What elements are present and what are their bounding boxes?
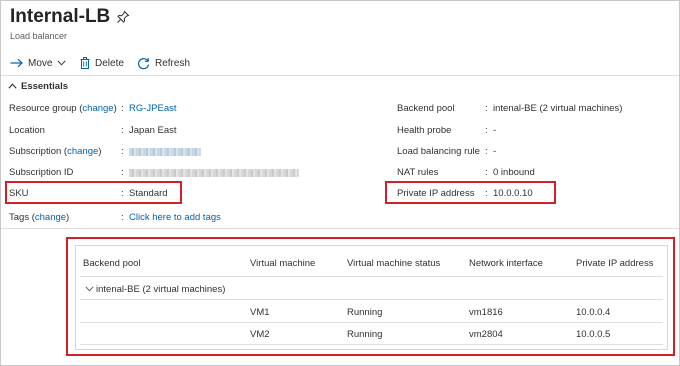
backend-table-highlight-box [66, 237, 675, 356]
toolbar-divider [1, 75, 679, 76]
subscription-value-redacted[interactable] [129, 147, 201, 158]
nat-rules-label: NAT rules [397, 167, 439, 178]
refresh-icon [137, 57, 150, 70]
resource-group-sep: : [121, 103, 124, 114]
tags-label-end: ) [66, 212, 70, 223]
chevron-down-icon [57, 60, 67, 66]
essentials-divider [1, 228, 679, 229]
tags-change-link[interactable]: change [35, 212, 66, 223]
pin-icon[interactable] [116, 10, 130, 24]
refresh-button[interactable]: Refresh [137, 55, 190, 71]
location-label: Location [9, 125, 45, 136]
essentials-toggle[interactable]: Essentials [8, 81, 68, 92]
add-tags-link[interactable]: Click here to add tags [129, 212, 221, 223]
delete-button[interactable]: Delete [80, 55, 124, 71]
delete-label: Delete [95, 57, 124, 69]
subscription-change-link[interactable]: change [67, 146, 98, 157]
location-value: Japan East [129, 125, 177, 136]
essentials-heading: Essentials [21, 81, 68, 92]
private-ip-highlight-box [385, 181, 556, 204]
subscription-label-text: Subscription ( [9, 146, 68, 157]
lb-rule-label: Load balancing rule [397, 146, 480, 157]
refresh-label: Refresh [155, 57, 191, 69]
resource-type: Load balancer [10, 31, 68, 41]
lb-rule-value: - [493, 146, 497, 157]
subscription-id-value-redacted [129, 168, 299, 179]
subscription-label-end: ) [98, 146, 102, 157]
redacted-block [129, 148, 201, 157]
sku-highlight-box [5, 181, 182, 204]
subscription-id-sep: : [121, 167, 124, 178]
backend-pool-label: Backend pool [397, 103, 455, 114]
location-sep: : [121, 125, 124, 136]
nat-rules-sep: : [485, 167, 488, 178]
resource-group-value-link[interactable]: RG-JPEast [129, 103, 177, 114]
subscription-sep: : [121, 146, 124, 157]
tags-label-text: Tags ( [9, 212, 35, 223]
nat-rules-value: 0 inbound [493, 167, 535, 178]
subscription-label: Subscription (change) [9, 146, 101, 157]
arrow-right-icon [10, 58, 23, 68]
move-label: Move [28, 57, 53, 69]
resource-group-label: Resource group (change) [9, 103, 117, 114]
trash-icon [80, 57, 90, 69]
resource-group-label-text: Resource group ( [9, 103, 83, 114]
resource-group-label-end: ) [113, 103, 117, 114]
redacted-block [129, 169, 299, 178]
tags-sep: : [121, 212, 124, 223]
page-title: Internal-LB [10, 6, 111, 27]
tags-label: Tags (change) [9, 212, 69, 223]
resource-group-change-link[interactable]: change [82, 103, 113, 114]
backend-pool-value: intenal-BE (2 virtual machines) [493, 103, 623, 114]
subscription-id-label: Subscription ID [9, 167, 74, 178]
health-probe-sep: : [485, 125, 488, 136]
lb-rule-sep: : [485, 146, 488, 157]
chevron-up-icon [8, 81, 17, 92]
health-probe-value: - [493, 125, 497, 136]
backend-pool-sep: : [485, 103, 488, 114]
move-button[interactable]: Move [10, 55, 67, 71]
health-probe-label: Health probe [397, 125, 452, 136]
